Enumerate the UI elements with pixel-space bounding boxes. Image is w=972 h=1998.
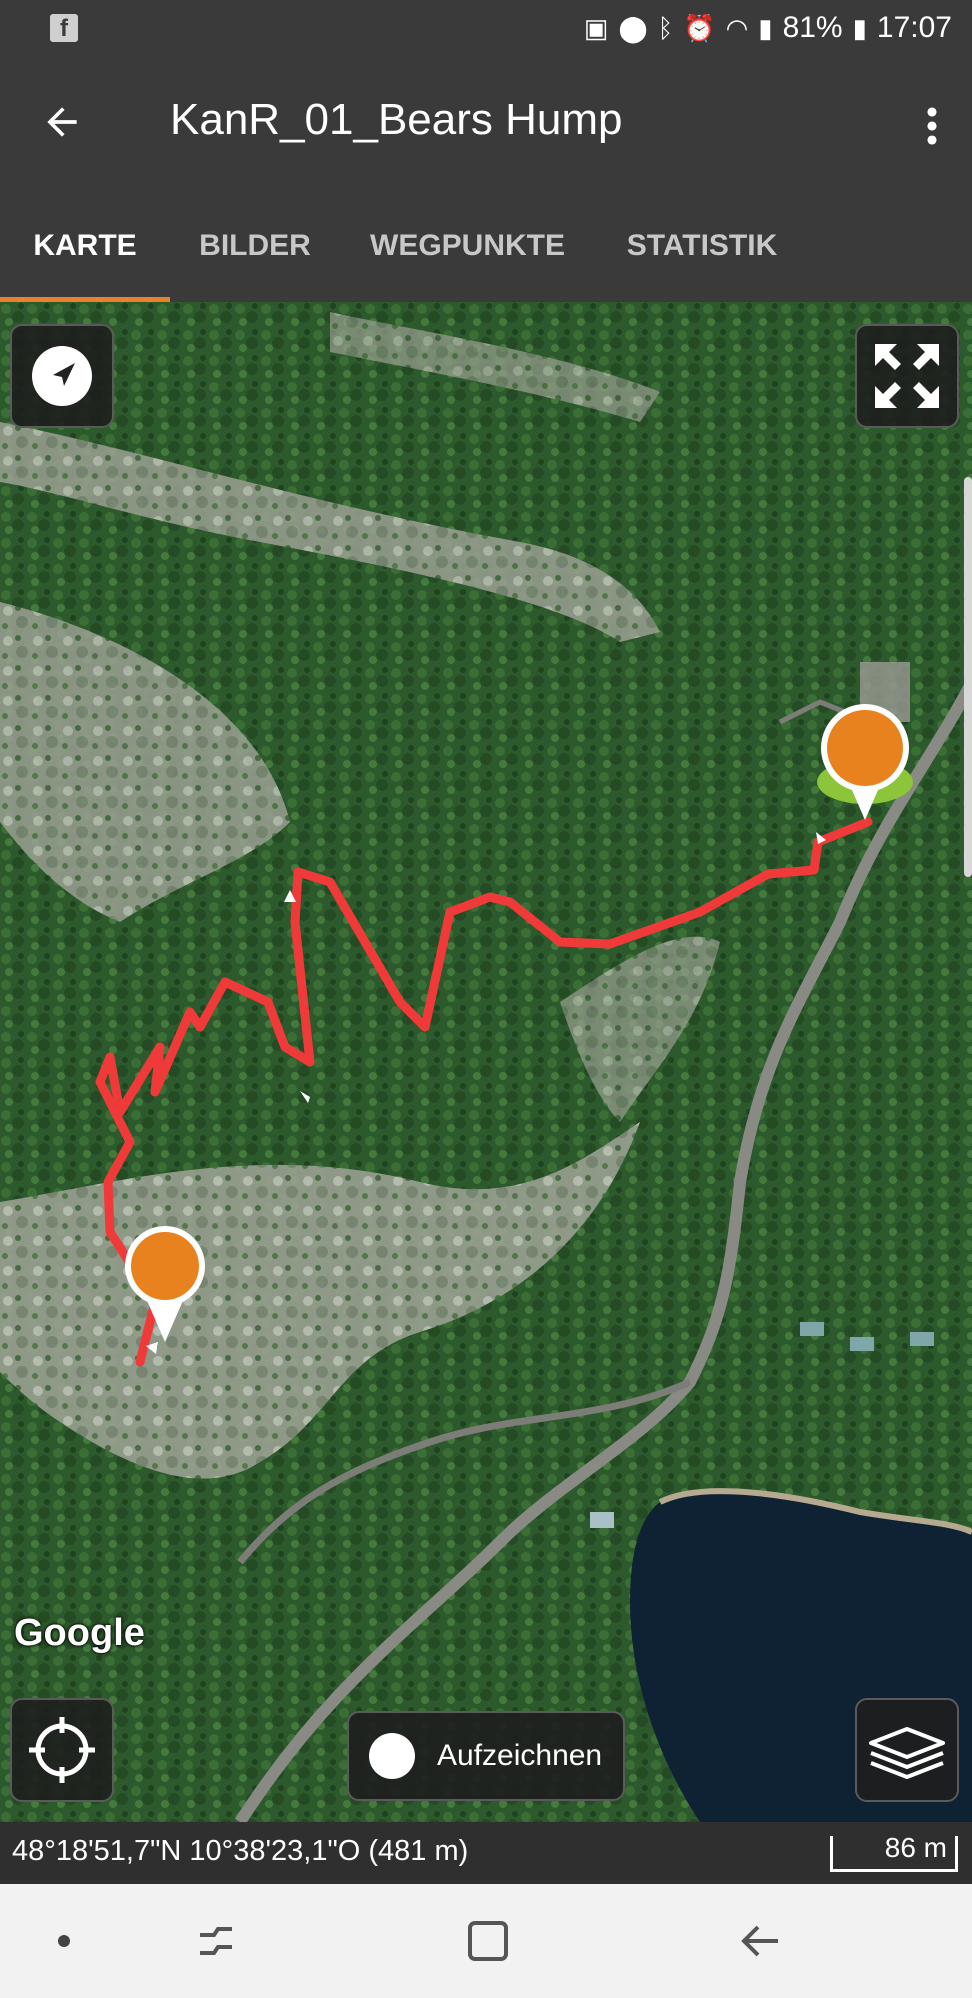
layers-button[interactable]	[855, 1698, 959, 1802]
battery-icon: ▮	[852, 12, 867, 43]
facebook-icon: f	[50, 14, 78, 42]
battery-percent: 81%	[782, 11, 843, 44]
my-location-icon	[29, 1717, 95, 1783]
clock: 17:07	[876, 11, 952, 44]
battery-saver-icon: ▣	[583, 12, 609, 43]
my-location-button[interactable]	[10, 1698, 114, 1802]
google-attribution: Google	[14, 1612, 145, 1654]
signal-icon: ▮	[758, 12, 773, 43]
tab-karte[interactable]: KARTE	[0, 190, 170, 302]
compass-button[interactable]	[10, 324, 114, 428]
back-nav-button[interactable]	[730, 1914, 790, 1968]
bluetooth-icon: ᛒ	[657, 12, 674, 43]
tab-bilder[interactable]: BILDER	[190, 190, 320, 302]
dot-icon	[58, 1935, 70, 1947]
location-icon: ⬤	[618, 12, 648, 43]
coordinate-bar: 48°18'51,7"N 10°38'23,1"O (481 m) 86 m	[0, 1822, 972, 1884]
satellite-map	[0, 302, 972, 1822]
status-bar: f ▣ ⬤ ᛒ ⏰ ◠ ▮ 81% ▮ 17:07	[0, 0, 972, 57]
more-vert-icon	[927, 107, 937, 145]
end-marker-icon[interactable]	[120, 1224, 210, 1344]
map-scrollbar[interactable]	[964, 477, 972, 877]
record-label: Aufzeichnen	[437, 1739, 603, 1772]
record-button[interactable]: Aufzeichnen	[347, 1711, 625, 1801]
coordinates-readout: 48°18'51,7"N 10°38'23,1"O (481 m)	[12, 1835, 469, 1867]
fullscreen-icon	[875, 344, 939, 408]
system-nav-bar	[0, 1884, 972, 1998]
record-icon	[369, 1733, 415, 1779]
nav-dot-button[interactable]	[34, 1914, 94, 1968]
back-arrow-icon	[741, 1925, 778, 1957]
status-icons: ▣ ⬤ ᛒ ⏰ ◠ ▮ 81% ▮ 17:07	[584, 8, 952, 48]
map-view[interactable]: Google Aufzeichnen	[0, 302, 972, 1822]
page-title: KanR_01_Bears Hump	[170, 95, 623, 144]
app-bar: KanR_01_Bears Hump	[0, 57, 972, 190]
recents-icon	[200, 1927, 232, 1955]
arrow-left-icon	[47, 107, 77, 137]
wifi-icon: ◠	[725, 12, 749, 43]
map-scale: 86 m	[830, 1832, 958, 1872]
tab-bar: KARTE BILDER WEGPUNKTE STATISTIK	[0, 190, 972, 302]
layers-icon	[869, 1727, 945, 1779]
overflow-menu-button[interactable]	[912, 97, 952, 157]
scale-label: 86 m	[884, 1832, 947, 1863]
tab-wegpunkte[interactable]: WEGPUNKTE	[355, 190, 580, 302]
home-icon	[468, 1921, 508, 1961]
home-button[interactable]	[458, 1914, 518, 1968]
recent-apps-button[interactable]	[186, 1914, 246, 1968]
back-button[interactable]	[40, 92, 100, 152]
start-marker-icon[interactable]	[815, 702, 915, 822]
compass-icon	[32, 346, 92, 406]
tab-statistik[interactable]: STATISTIK	[612, 190, 792, 302]
fullscreen-button[interactable]	[855, 324, 959, 428]
alarm-icon: ⏰	[683, 12, 716, 43]
